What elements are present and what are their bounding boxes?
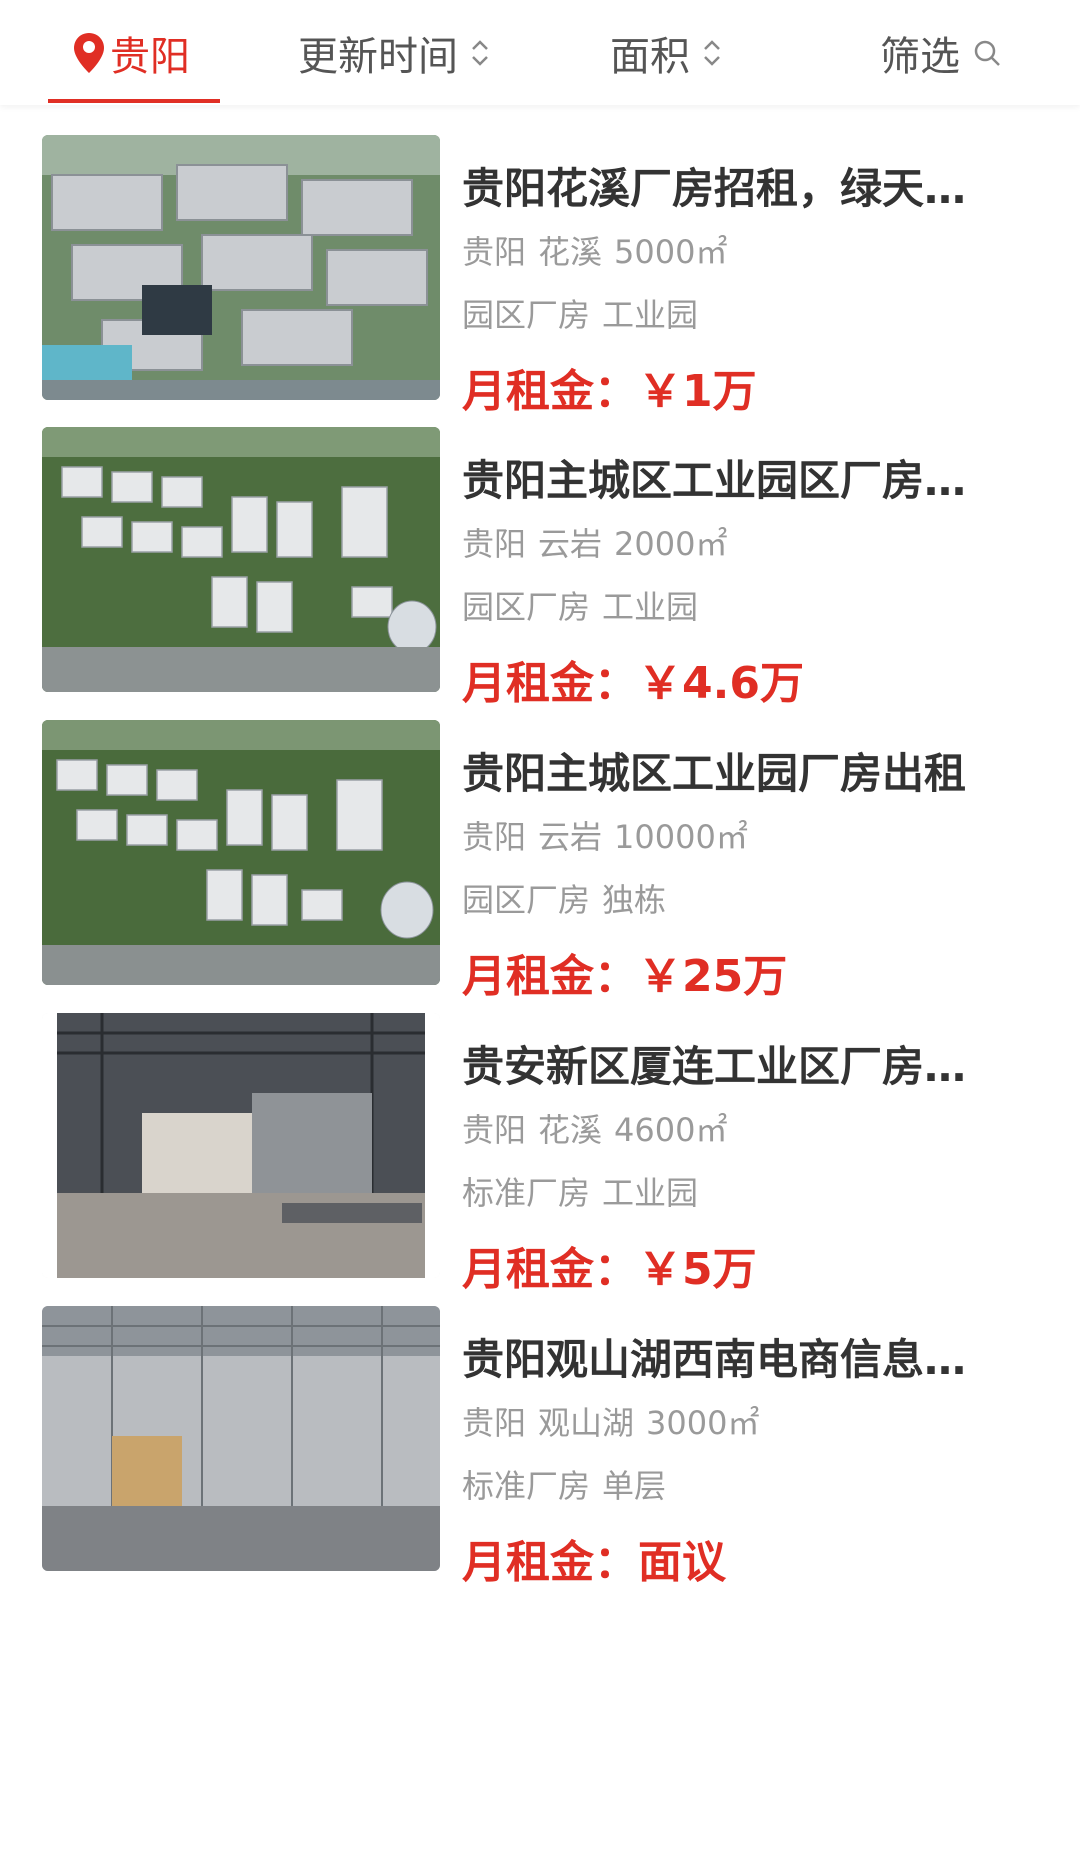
filter-label: 筛选 — [880, 33, 960, 80]
listing-tags: 标准厂房 工业园 — [462, 1168, 698, 1214]
listing-card[interactable]: 贵阳主城区工业园厂房出租 贵阳 云岩 10000㎡ 园区厂房 独栋 月租金：￥25万 — [0, 690, 1080, 1002]
listing-area: 3000㎡ — [646, 1404, 760, 1442]
sort-update-label: 更新时间 — [298, 33, 458, 80]
sort-by-update-time[interactable]: 更新时间 — [298, 0, 492, 105]
listing-district: 云岩 — [538, 818, 603, 856]
listing-district: 花溪 — [538, 233, 603, 271]
listing-location-area: 贵阳 花溪 4600㎡ — [462, 1105, 727, 1151]
listing-tag: 园区厂房 — [462, 296, 591, 334]
listing-city: 贵阳 — [462, 818, 527, 856]
listing-tag: 园区厂房 — [462, 881, 591, 919]
listing-image-aerial-industrial-park — [42, 135, 440, 400]
filter-button[interactable]: 筛选 — [880, 0, 1002, 105]
listing-tag: 工业园 — [602, 296, 699, 334]
listing-title: 贵阳观山湖西南电商信息… — [462, 1335, 967, 1384]
listing-location-area: 贵阳 云岩 2000㎡ — [462, 519, 727, 565]
listing-card[interactable]: 贵阳观山湖西南电商信息… 贵阳 观山湖 3000㎡ 标准厂房 单层 月租金：面议 — [0, 1276, 1080, 1588]
listing-location-area: 贵阳 观山湖 3000㎡ — [462, 1398, 759, 1444]
listing-location-area: 贵阳 云岩 10000㎡ — [462, 812, 748, 858]
listing-image-aerial-park-rendering — [42, 720, 440, 985]
listing-tag: 工业园 — [602, 588, 699, 626]
listing-tag: 单层 — [602, 1467, 667, 1505]
listing-tag: 园区厂房 — [462, 588, 591, 626]
listing-tag: 标准厂房 — [462, 1467, 591, 1505]
listing-district: 观山湖 — [538, 1404, 635, 1442]
listing-city: 贵阳 — [462, 1111, 527, 1149]
sort-by-area[interactable]: 面积 — [610, 0, 724, 105]
price-label: 月租金： — [462, 1537, 638, 1588]
sort-arrows-icon — [704, 39, 720, 66]
listing-area: 10000㎡ — [614, 818, 748, 856]
listing-city: 贵阳 — [462, 525, 527, 563]
city-label: 贵阳 — [110, 33, 190, 80]
listing-title: 贵阳主城区工业园区厂房… — [462, 456, 967, 505]
listing-district: 花溪 — [538, 1111, 603, 1149]
search-icon — [974, 40, 1000, 66]
listing-image-aerial-park-rendering — [42, 427, 440, 692]
listing-image-warehouse-interior — [42, 1013, 440, 1278]
listing-tags: 园区厂房 独栋 — [462, 875, 666, 921]
listing-title: 贵阳主城区工业园厂房出租 — [462, 749, 967, 798]
sort-area-label: 面积 — [610, 33, 690, 80]
listing-district: 云岩 — [538, 525, 603, 563]
listing-city: 贵阳 — [462, 1404, 527, 1442]
listing-tags: 园区厂房 工业园 — [462, 290, 698, 336]
listing-card[interactable]: 贵安新区厦连工业区厂房… 贵阳 花溪 4600㎡ 标准厂房 工业园 月租金：￥5万 — [0, 983, 1080, 1295]
listing-title: 贵安新区厦连工业区厂房… — [462, 1042, 967, 1091]
listing-title: 贵阳花溪厂房招租，绿天… — [462, 164, 967, 213]
price-value: 面议 — [638, 1537, 726, 1588]
listing-price: 月租金：面议 — [462, 1526, 726, 1590]
listing-card[interactable]: 贵阳花溪厂房招租，绿天… 贵阳 花溪 5000㎡ 园区厂房 工业园 月租金：￥1万 — [0, 105, 1080, 417]
sort-arrows-icon — [472, 39, 488, 66]
active-tab-underline — [48, 99, 220, 103]
listing-image-warehouse-interior-empty — [42, 1306, 440, 1571]
filter-bar: 贵阳 更新时间 面积 筛选 — [0, 0, 1080, 105]
listing-city: 贵阳 — [462, 233, 527, 271]
listing-tags: 标准厂房 单层 — [462, 1461, 666, 1507]
listing-tag: 工业园 — [602, 1174, 699, 1212]
listing-area: 4600㎡ — [614, 1111, 728, 1149]
listing-card[interactable]: 贵阳主城区工业园区厂房… 贵阳 云岩 2000㎡ 园区厂房 工业园 月租金：￥4.6万 — [0, 397, 1080, 709]
listing-area: 2000㎡ — [614, 525, 728, 563]
listing-tags: 园区厂房 工业园 — [462, 582, 698, 628]
city-selector[interactable]: 贵阳 — [72, 0, 190, 105]
listing-tag: 标准厂房 — [462, 1174, 591, 1212]
location-pin-icon — [74, 32, 104, 73]
listing-area: 5000㎡ — [614, 233, 728, 271]
listing-tag: 独栋 — [602, 881, 667, 919]
listing-location-area: 贵阳 花溪 5000㎡ — [462, 227, 727, 273]
